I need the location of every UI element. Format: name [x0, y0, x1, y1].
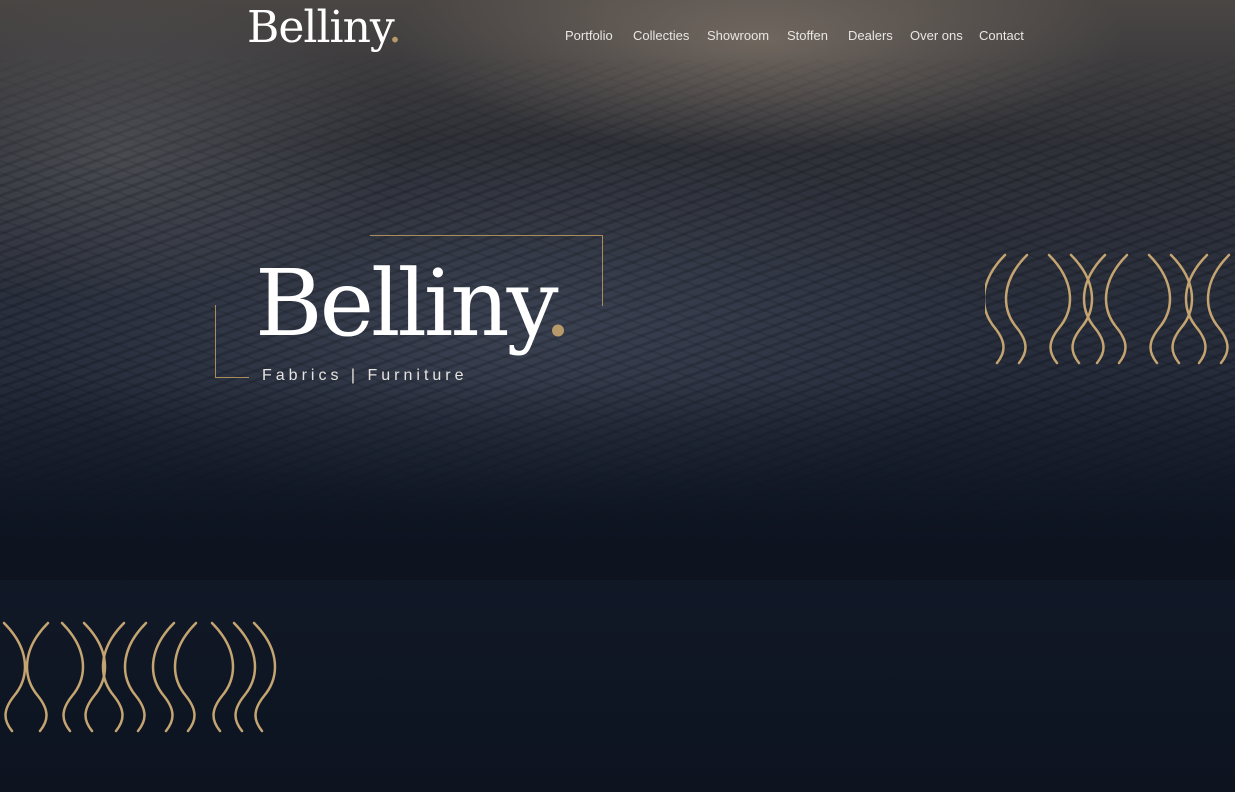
hero-fade	[0, 380, 1235, 580]
logo-frame-bottom	[215, 305, 249, 378]
nav-item-dealers[interactable]: Dealers	[848, 28, 893, 43]
hero-tagline: Fabrics | Furniture	[262, 367, 468, 384]
nav-item-portfolio[interactable]: Portfolio	[565, 28, 613, 43]
nav-item-collecties[interactable]: Collecties	[633, 28, 689, 43]
hero-logo: Belliny.	[255, 258, 573, 350]
main-nav: Portfolio Collecties Showroom Stoffen De…	[0, 28, 1235, 48]
nav-item-over-ons[interactable]: Over ons	[910, 28, 963, 43]
nav-item-showroom[interactable]: Showroom	[707, 28, 769, 43]
hero-logo-text: Belliny	[255, 250, 546, 357]
hero-logo-dot: .	[543, 250, 572, 357]
nav-item-contact[interactable]: Contact	[979, 28, 1024, 43]
gold-wave-pattern-icon	[985, 253, 1231, 365]
nav-item-stoffen[interactable]: Stoffen	[787, 28, 828, 43]
gold-wave-pattern-icon	[2, 621, 277, 733]
